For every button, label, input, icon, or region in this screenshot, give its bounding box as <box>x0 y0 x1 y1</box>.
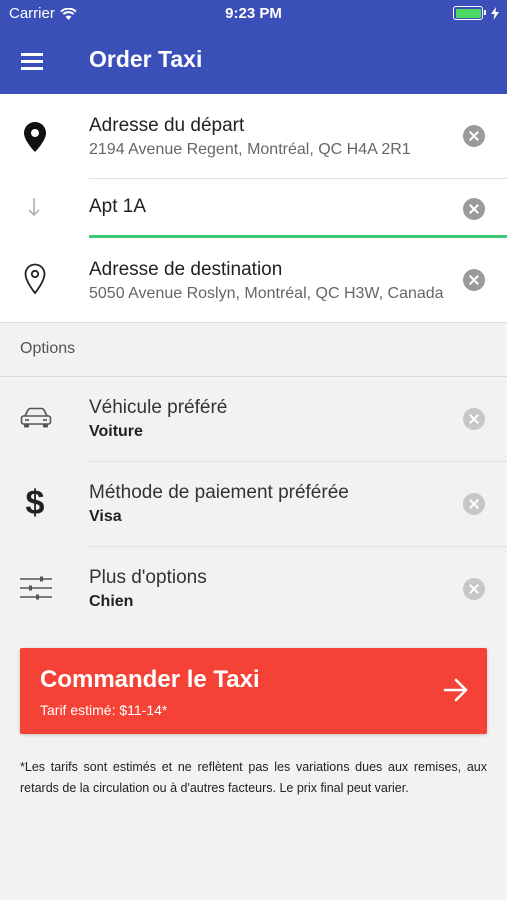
option-more[interactable]: Plus d'options Chien <box>0 547 507 631</box>
address-card: Adresse du départ 2194 Avenue Regent, Mo… <box>0 94 507 323</box>
location-pin-outline-icon <box>24 263 46 295</box>
option-payment-value: Visa <box>89 508 122 525</box>
option-vehicle-value: Voiture <box>89 423 143 440</box>
location-pin-filled-icon <box>24 122 46 152</box>
sliders-icon <box>20 576 52 600</box>
clear-payment-button[interactable] <box>463 493 485 515</box>
clear-vehicle-button[interactable] <box>463 408 485 430</box>
app-bar: Order Taxi <box>0 28 507 94</box>
option-more-label: Plus d'options <box>89 567 207 588</box>
arrow-down-icon <box>28 198 40 217</box>
battery-icon <box>453 6 486 20</box>
charging-bolt-icon <box>491 6 499 20</box>
options-header: Options <box>20 340 76 357</box>
departure-row[interactable]: Adresse du départ 2194 Avenue Regent, Mo… <box>0 94 507 178</box>
clear-departure-button[interactable] <box>463 125 485 147</box>
clear-destination-button[interactable] <box>463 269 485 291</box>
battery-area <box>453 6 499 20</box>
option-payment-label: Méthode de paiement préférée <box>89 482 349 503</box>
arrow-right-icon <box>443 678 468 702</box>
status-bar: Carrier 9:23 PM <box>0 0 507 28</box>
page-title: Order Taxi <box>89 46 203 72</box>
status-time: 9:23 PM <box>225 5 282 22</box>
option-more-value: Chien <box>89 593 134 610</box>
departure-title: Adresse du départ <box>89 115 245 136</box>
order-taxi-button[interactable]: Commander le Taxi Tarif estimé: $11-14* <box>20 648 487 734</box>
options-list: Véhicule préféré Voiture $ Méthode de pa… <box>0 376 507 630</box>
destination-address: 5050 Avenue Roslyn, Montréal, QC H3W, Ca… <box>89 285 444 302</box>
departure-address: 2194 Avenue Regent, Montréal, QC H4A 2R1 <box>89 141 411 158</box>
order-button-label: Commander le Taxi <box>40 666 260 693</box>
clear-apartment-button[interactable] <box>463 198 485 220</box>
option-vehicle[interactable]: Véhicule préféré Voiture <box>0 377 507 461</box>
apartment-input[interactable] <box>89 189 429 225</box>
destination-title: Adresse de destination <box>89 259 283 280</box>
divider <box>0 322 507 323</box>
svg-text:$: $ <box>26 484 45 520</box>
car-icon <box>20 407 52 428</box>
destination-row[interactable]: Adresse de destination 5050 Avenue Rosly… <box>0 240 507 323</box>
option-vehicle-label: Véhicule préféré <box>89 397 228 418</box>
hamburger-menu-icon[interactable] <box>18 48 48 74</box>
fare-disclaimer: *Les tarifs sont estimés et ne reflètent… <box>20 760 487 795</box>
dollar-icon: $ <box>26 484 45 520</box>
clear-more-options-button[interactable] <box>463 578 485 600</box>
apartment-input-underline <box>89 235 507 238</box>
option-payment[interactable]: $ Méthode de paiement préférée Visa <box>0 462 507 546</box>
estimated-fare: Tarif estimé: $11-14* <box>40 702 168 718</box>
